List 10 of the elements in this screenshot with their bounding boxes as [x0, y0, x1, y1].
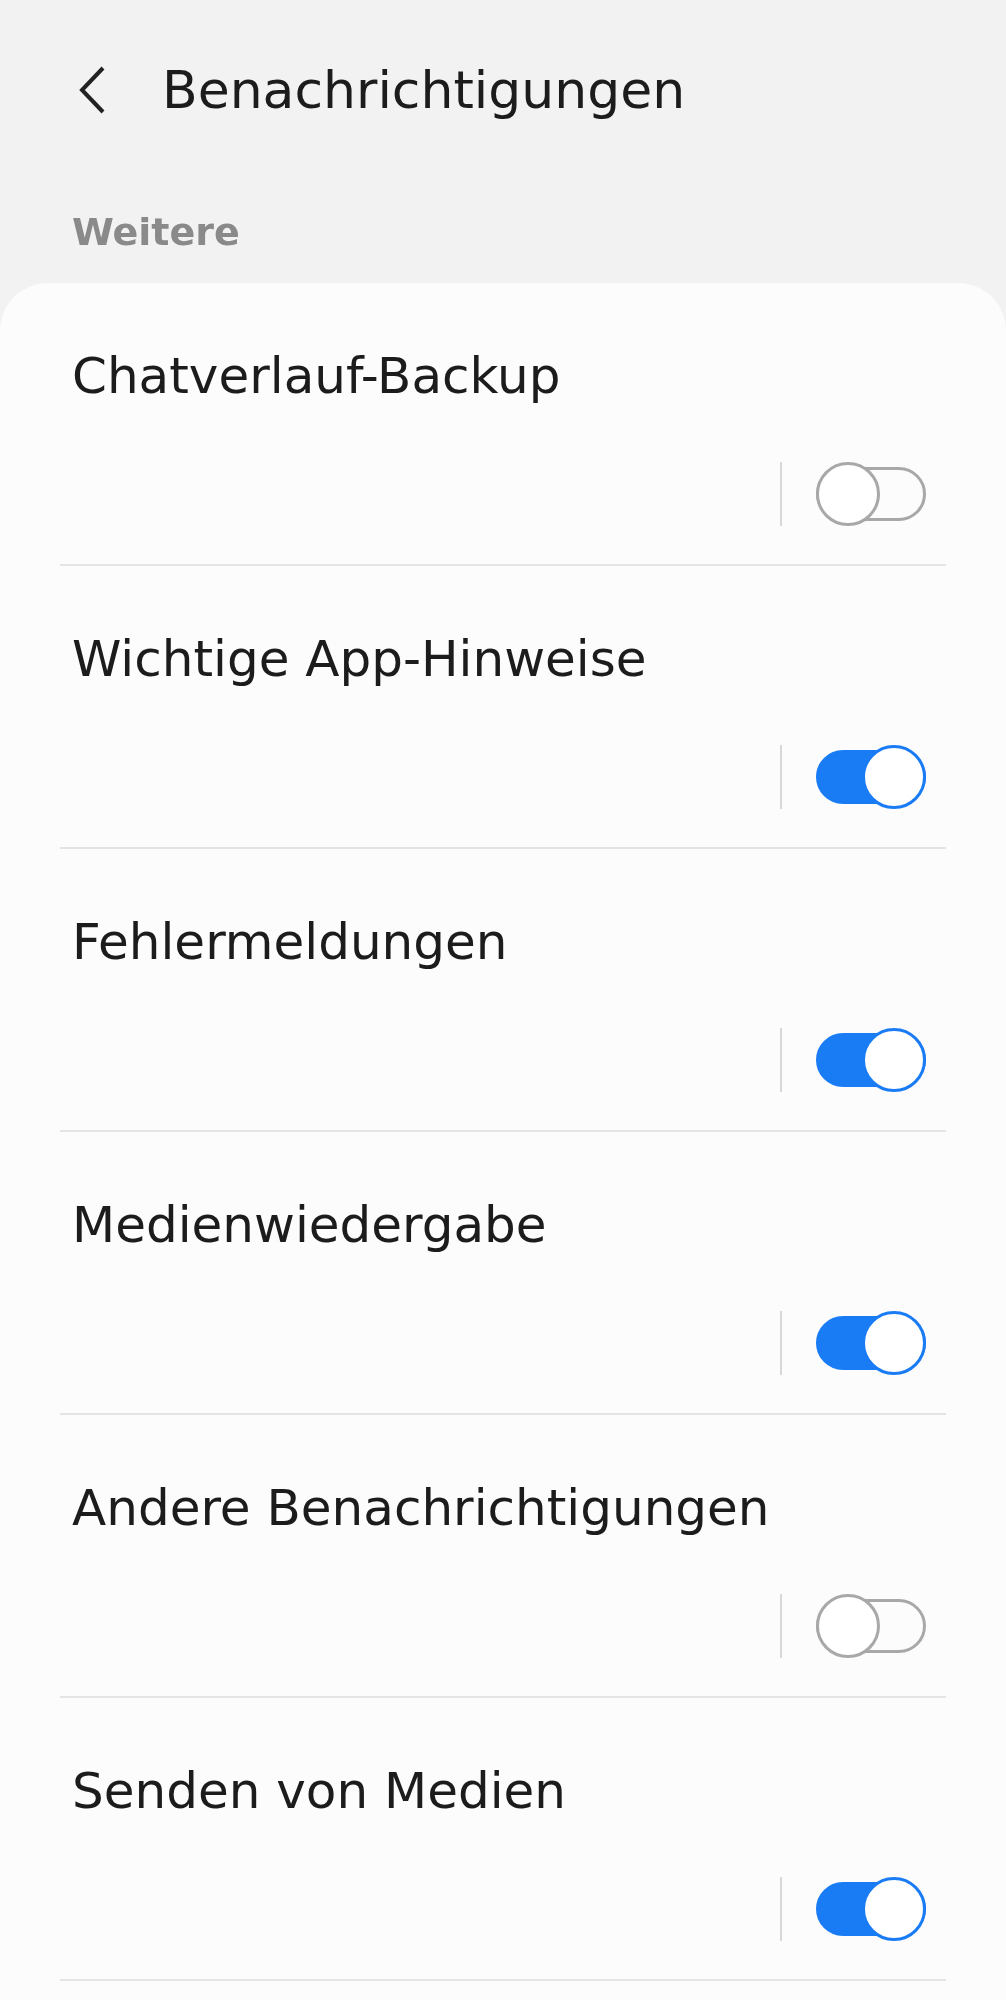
setting-label: Fehlermeldungen [72, 912, 509, 973]
setting-label: Chatverlauf-Backup [72, 346, 562, 407]
page-title: Benachrichtigungen [162, 60, 686, 120]
setting-label: Medienwiedergabe [72, 1195, 548, 1256]
setting-label: Wichtige App-Hinweise [72, 629, 648, 690]
toggle-switch[interactable] [816, 1594, 926, 1658]
setting-label: Andere Benachrichtigungen [72, 1478, 771, 1539]
toggle-switch[interactable] [816, 462, 926, 526]
section-title: Weitere [71, 208, 241, 256]
setting-label: Senden von Medien [72, 1761, 568, 1822]
